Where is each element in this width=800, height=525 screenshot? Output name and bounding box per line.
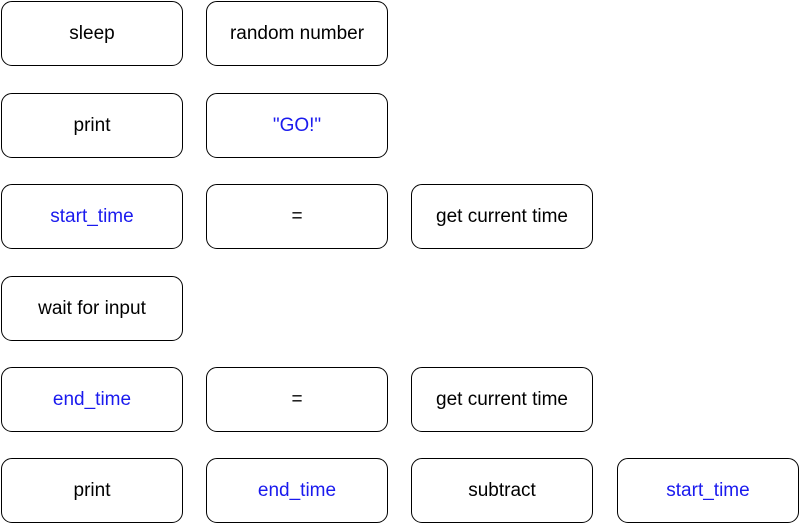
block-start-time-variable[interactable]: start_time bbox=[617, 458, 799, 523]
block-end-time-variable[interactable]: end_time bbox=[206, 458, 388, 523]
block-get-current-time[interactable]: get current time bbox=[411, 184, 593, 249]
block-wait-for-input[interactable]: wait for input bbox=[1, 276, 183, 341]
block-end-time-variable[interactable]: end_time bbox=[1, 367, 183, 432]
block-assign-operator[interactable]: = bbox=[206, 367, 388, 432]
block-go-string[interactable]: "GO!" bbox=[206, 93, 388, 158]
block-subtract[interactable]: subtract bbox=[411, 458, 593, 523]
block-random-number[interactable]: random number bbox=[206, 1, 388, 66]
block-sleep[interactable]: sleep bbox=[1, 1, 183, 66]
block-start-time-variable[interactable]: start_time bbox=[1, 184, 183, 249]
block-get-current-time[interactable]: get current time bbox=[411, 367, 593, 432]
block-print[interactable]: print bbox=[1, 93, 183, 158]
block-assign-operator[interactable]: = bbox=[206, 184, 388, 249]
block-print[interactable]: print bbox=[1, 458, 183, 523]
